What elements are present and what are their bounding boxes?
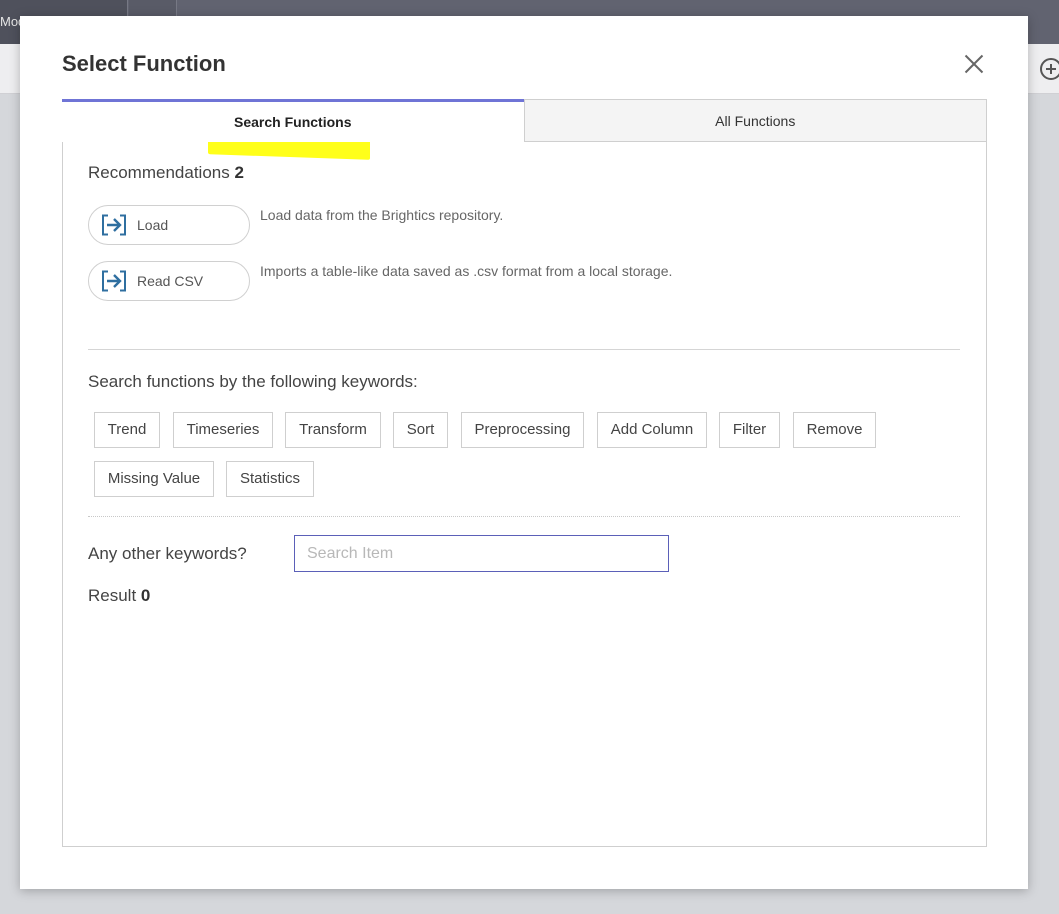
keywords-heading: Search functions by the following keywor…: [88, 372, 418, 391]
search-input[interactable]: [294, 535, 669, 572]
recommend-load-button[interactable]: Load: [88, 205, 250, 245]
other-keywords-label: Any other keywords?: [88, 544, 247, 563]
recommend-load-label: Load: [137, 217, 169, 233]
import-icon: [102, 270, 126, 292]
recommendations-title: Recommendations: [88, 163, 230, 182]
result-heading: Result 0: [88, 586, 150, 606]
keyword-timeseries[interactable]: Timeseries: [173, 412, 273, 448]
import-icon: [102, 214, 126, 236]
tab-search-functions[interactable]: Search Functions: [62, 99, 524, 142]
close-button[interactable]: [960, 50, 988, 78]
section-divider: [88, 349, 960, 350]
tab-bar: Search Functions All Functions: [62, 99, 987, 142]
tab-search-functions-label: Search Functions: [234, 114, 352, 130]
keyword-sort[interactable]: Sort: [393, 412, 448, 448]
dialog-title: Select Function: [62, 51, 226, 76]
tab-all-functions-label: All Functions: [715, 113, 796, 129]
select-function-dialog: Select Function Search Functions All Fun…: [20, 16, 1028, 889]
recommendations-heading: Recommendations 2: [88, 163, 244, 183]
keyword-add-column[interactable]: Add Column: [597, 412, 707, 448]
keyword-trend[interactable]: Trend: [94, 412, 160, 448]
keyword-transform[interactable]: Transform: [285, 412, 381, 448]
keyword-preprocessing[interactable]: Preprocessing: [461, 412, 584, 448]
result-count: 0: [140, 586, 151, 605]
keyword-missing-value[interactable]: Missing Value: [94, 461, 214, 497]
tab-all-functions[interactable]: All Functions: [523, 99, 987, 142]
section-divider-dotted: [88, 516, 960, 517]
result-label: Result: [88, 586, 137, 605]
recommendations-count: 2: [234, 163, 244, 182]
recommend-read-csv-description: Imports a table-like data saved as .csv …: [260, 263, 673, 279]
recommend-read-csv-button[interactable]: Read CSV: [88, 261, 250, 301]
keyword-statistics[interactable]: Statistics: [226, 461, 314, 497]
keyword-remove[interactable]: Remove: [793, 412, 876, 448]
recommend-read-csv-label: Read CSV: [137, 273, 204, 289]
recommend-load-description: Load data from the Brightics repository.: [260, 207, 504, 223]
keyword-filter[interactable]: Filter: [719, 412, 780, 448]
zoom-in-icon[interactable]: [1040, 58, 1059, 80]
